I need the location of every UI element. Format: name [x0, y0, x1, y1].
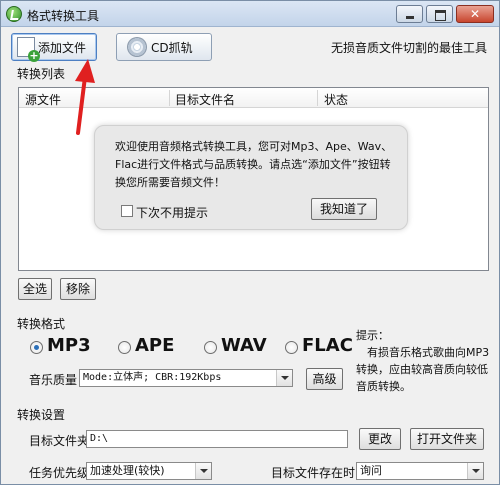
annotation-arrow: [75, 59, 95, 135]
app-window: 格式转换工具 ✕ 添加文件 CD抓轨 无损音质文件切割的最佳工具 转换列表 源文…: [0, 0, 500, 485]
